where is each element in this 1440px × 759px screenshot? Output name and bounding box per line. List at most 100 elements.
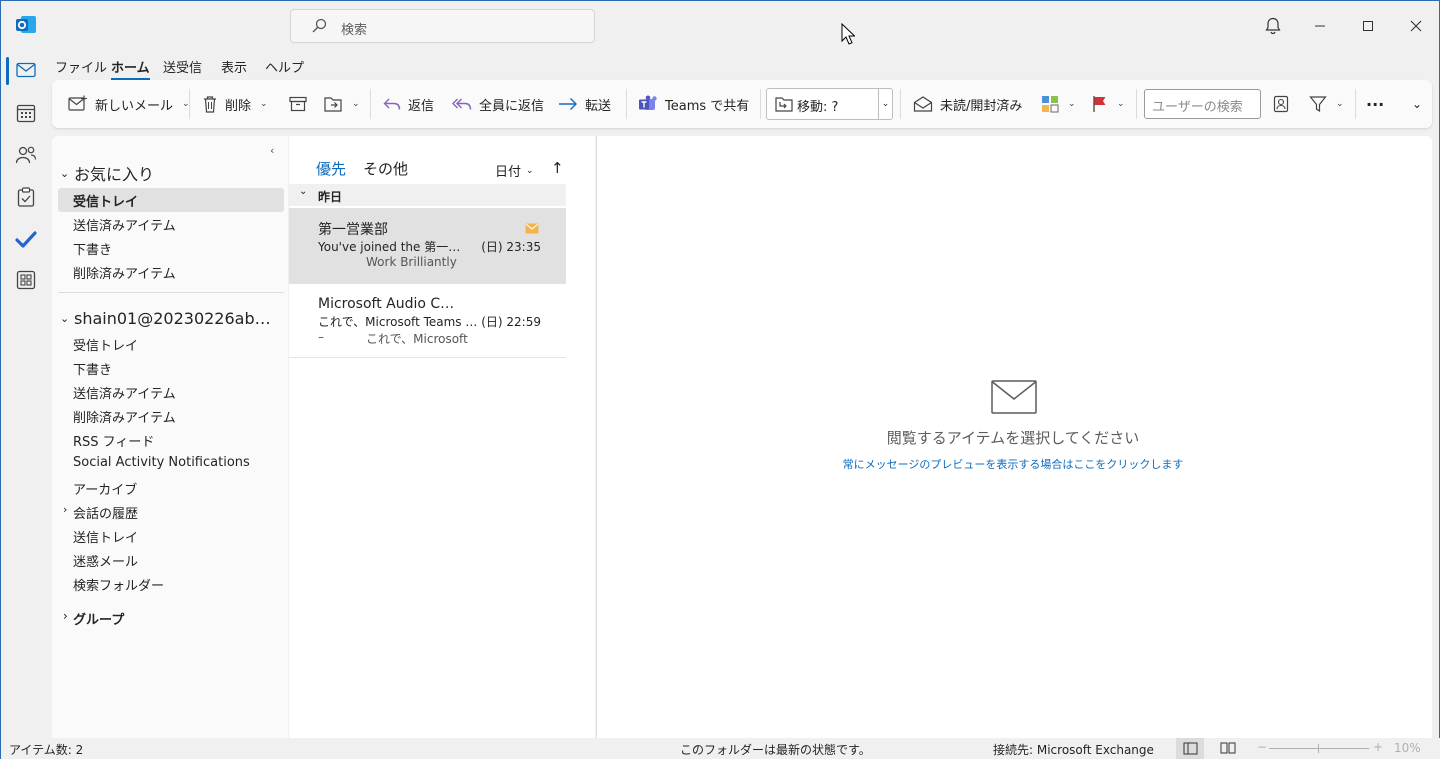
empty-reading-title: 閲覧するアイテムを選択してください [886, 429, 1140, 447]
sort-by-date-button[interactable]: 日付 ⌄ [495, 161, 534, 180]
flag-button[interactable]: ⌄ [1092, 80, 1125, 128]
chevron-down-icon[interactable]: ⌄ [1068, 99, 1076, 109]
menu-help[interactable]: ヘルプ [265, 57, 304, 78]
move-to-folder-button[interactable]: ⌄ [323, 80, 360, 128]
envelope-icon [525, 223, 539, 234]
mail-icon[interactable] [13, 57, 39, 83]
item-count: アイテム数: 2 [9, 743, 84, 757]
close-button[interactable] [1403, 13, 1429, 39]
favorite-sent-items[interactable]: 送信済みアイテム [73, 215, 176, 234]
tasks-icon[interactable] [13, 184, 39, 210]
open-envelope-icon [913, 95, 933, 113]
delete-button[interactable]: 削除 ⌄ [202, 80, 268, 128]
zoom-slider[interactable] [1269, 748, 1369, 749]
favorite-drafts[interactable]: 下書き [73, 239, 112, 258]
status-bar: アイテム数: 2 このフォルダーは最新の状態です。 接続先: Microsoft… [1, 738, 1440, 759]
more-options-button[interactable]: ··· [1366, 80, 1384, 128]
move-folder-icon [323, 95, 343, 113]
move-to-dropdown[interactable]: 移動: ? ⌄ [766, 88, 893, 120]
people-search-input[interactable]: ユーザーの検索 [1144, 89, 1261, 119]
normal-view-icon [1183, 742, 1198, 755]
tab-other[interactable]: その他 [363, 158, 408, 179]
folder-inbox[interactable]: 受信トレイ [73, 335, 138, 354]
always-preview-link[interactable]: 常にメッセージのプレビューを表示する場合はここをクリックします [597, 456, 1429, 472]
groups-header[interactable]: グループ [73, 609, 124, 628]
zoom-out-button[interactable]: − [1257, 740, 1267, 754]
search-input[interactable]: 検索 [290, 9, 595, 43]
favorite-deleted-items[interactable]: 削除済みアイテム [73, 263, 176, 282]
reading-view-icon [1220, 742, 1236, 754]
zoom-slider-thumb[interactable] [1318, 744, 1319, 753]
unread-read-label: 未読/開封済み [940, 98, 1023, 114]
favorite-inbox[interactable]: 受信トレイ [73, 191, 138, 210]
chevron-right-icon[interactable]: › [63, 503, 67, 516]
chevron-right-icon[interactable]: › [63, 609, 68, 623]
tab-focused[interactable]: 優先 [316, 158, 347, 186]
address-book-button[interactable] [1273, 80, 1289, 128]
apps-icon[interactable] [13, 267, 39, 293]
chevron-down-icon[interactable]: ⌄ [1336, 99, 1344, 109]
normal-view-button[interactable] [1176, 738, 1204, 759]
mouse-cursor-icon [841, 23, 855, 45]
search-placeholder: 検索 [341, 23, 368, 38]
filter-button[interactable]: ⌄ [1309, 80, 1344, 128]
move-icon [774, 95, 794, 113]
expand-ribbon-chevron-icon[interactable]: ⌄ [1412, 80, 1422, 128]
reading-view-button[interactable] [1219, 740, 1237, 756]
calendar-icon[interactable] [13, 100, 39, 126]
new-mail-button[interactable]: 新しいメール ⌄ [68, 80, 190, 128]
folder-conversation-history[interactable]: 会話の履歴 [73, 503, 138, 522]
sort-direction-arrow-icon[interactable]: ↑ [551, 159, 564, 177]
chevron-down-icon: ⌄ [299, 186, 308, 197]
folder-archive[interactable]: アーカイブ [73, 479, 137, 498]
menu-view[interactable]: 表示 [221, 57, 247, 78]
list-item[interactable]: 第一営業部 You've joined the 第一… (日) 23:35 Wo… [289, 208, 566, 284]
folder-deleted-items[interactable]: 削除済みアイテム [73, 407, 176, 426]
group-header-yesterday[interactable]: ⌄ 昨日 [289, 184, 566, 206]
maximize-button[interactable] [1355, 13, 1381, 39]
bell-icon[interactable] [1260, 13, 1286, 39]
people-icon[interactable] [13, 142, 39, 168]
reply-button[interactable]: 返信 [383, 80, 434, 128]
message-sender: Microsoft Audio C… [318, 296, 455, 312]
collapse-pane-icon[interactable]: ‹ [270, 144, 274, 157]
chevron-down-icon[interactable]: ⌄ [878, 89, 892, 119]
favorites-header[interactable]: ⌄ お気に入り [60, 161, 154, 185]
envelope-icon [991, 380, 1037, 414]
search-icon [311, 18, 327, 34]
folder-search-folders[interactable]: 検索フォルダー [73, 575, 164, 594]
minimize-button[interactable] [1307, 13, 1333, 39]
zoom-in-button[interactable]: + [1373, 740, 1383, 754]
folder-outbox[interactable]: 送信トレイ [73, 527, 138, 546]
chevron-down-icon[interactable]: ⌄ [1117, 99, 1125, 109]
folder-drafts[interactable]: 下書き [73, 359, 112, 378]
folder-sent-items[interactable]: 送信済みアイテム [73, 383, 176, 402]
menu-file[interactable]: ファイル [55, 57, 107, 78]
folder-junk[interactable]: 迷惑メール [73, 551, 138, 570]
reply-all-button[interactable]: 全員に返信 [452, 80, 544, 128]
folder-rss-feeds[interactable]: RSS フィード [73, 431, 154, 450]
menu-send-receive[interactable]: 送受信 [163, 57, 202, 78]
zoom-level[interactable]: 10% [1394, 741, 1421, 755]
filter-icon [1309, 95, 1327, 113]
message-preview: Work Brilliantly [366, 255, 457, 269]
message-subject: You've joined the 第一… [318, 240, 461, 254]
teams-icon [638, 95, 658, 113]
chevron-down-icon: ⌄ [60, 166, 70, 180]
list-item[interactable]: Microsoft Audio C… これで、Microsoft Teams …… [289, 284, 566, 358]
forward-arrow-icon [558, 97, 578, 111]
message-sender: 第一営業部 [318, 222, 388, 238]
chevron-down-icon[interactable]: ⌄ [352, 99, 360, 109]
message-list-pane: 優先 その他 日付 ⌄ ↑ ⌄ 昨日 第一営業部 You've joined t… [289, 136, 595, 738]
outlook-logo-icon [15, 14, 37, 36]
chevron-down-icon[interactable]: ⌄ [260, 99, 268, 109]
forward-button[interactable]: 転送 [558, 80, 611, 128]
categorize-button[interactable]: ⌄ [1041, 80, 1076, 128]
account-header[interactable]: ⌄ shain01@20230226ab… [60, 309, 271, 328]
archive-button[interactable] [289, 80, 307, 128]
folder-social-activity[interactable]: Social Activity Notifications [73, 455, 250, 470]
unread-read-button[interactable]: 未読/開封済み [913, 80, 1022, 128]
share-to-teams-button[interactable]: Teams で共有 [638, 80, 749, 128]
menu-home[interactable]: ホーム [111, 57, 150, 80]
todo-check-icon[interactable] [13, 226, 39, 252]
